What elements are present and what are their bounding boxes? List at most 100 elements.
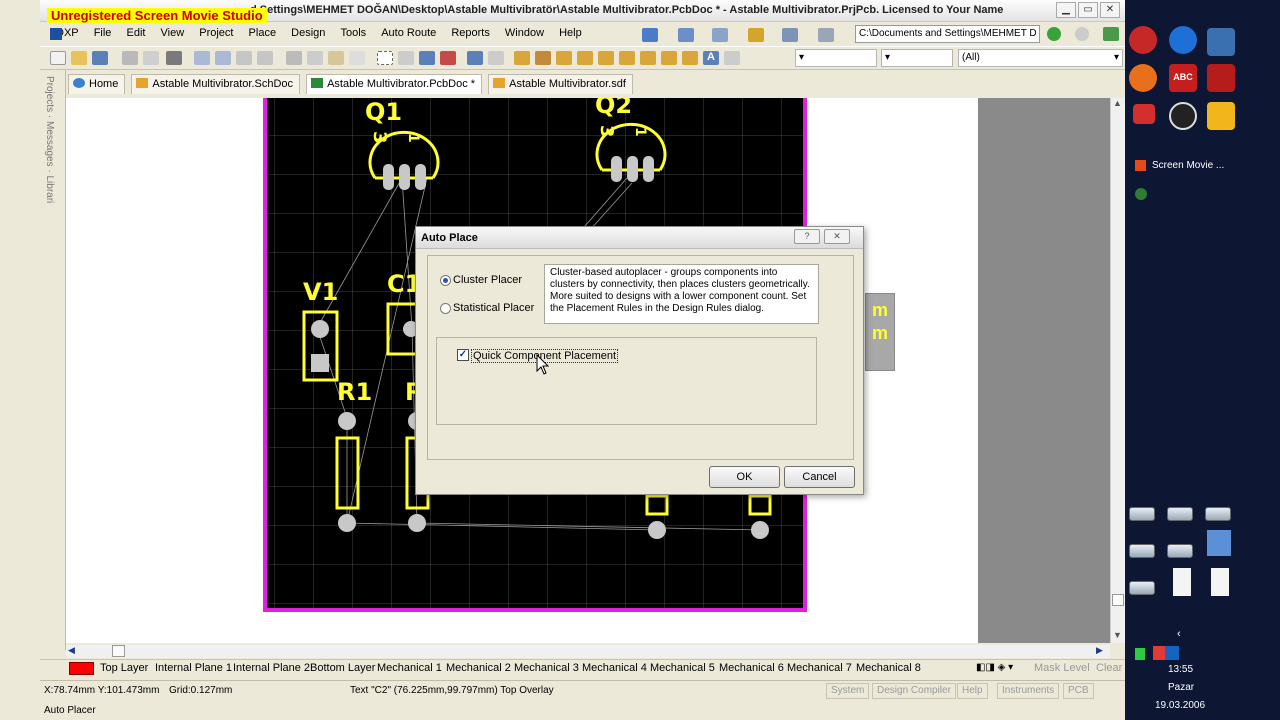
layer-tab-mechanical-6[interactable]: Mechanical 6 (719, 662, 784, 674)
hscroll-thumb[interactable] (112, 645, 125, 657)
abc-dictionary-icon[interactable]: ABC (1169, 64, 1197, 92)
clear-filter-icon[interactable] (440, 51, 456, 65)
redo-icon[interactable] (488, 51, 504, 65)
paste-icon[interactable] (328, 51, 344, 65)
save-icon[interactable] (92, 51, 108, 65)
cancel-button[interactable]: Cancel (784, 466, 855, 488)
layer-tab-mechanical-7[interactable]: Mechanical 7 (787, 662, 852, 674)
pad[interactable] (311, 320, 329, 338)
pad[interactable] (415, 164, 426, 190)
region-icon[interactable] (682, 51, 698, 65)
scroll-up-icon[interactable]: ▲ (1113, 98, 1122, 108)
print-icon[interactable] (122, 51, 138, 65)
menu-reports[interactable]: Reports (445, 24, 496, 42)
menu-edit[interactable]: Edit (120, 24, 151, 42)
vertical-scrollbar[interactable]: ▲ ▼ (1110, 98, 1125, 643)
tray-green-icon[interactable] (1135, 648, 1145, 660)
tray-network-icon[interactable] (1165, 646, 1179, 660)
rubber-stamp-icon[interactable] (349, 51, 365, 65)
layer-set-combo[interactable]: ▾ (795, 49, 877, 67)
scroll-right-icon[interactable]: ▶ (1096, 645, 1103, 656)
lightning-icon[interactable] (1207, 102, 1235, 130)
menu-auto-route[interactable]: Auto Route (375, 24, 442, 42)
undo-icon[interactable] (467, 51, 483, 65)
pad[interactable] (383, 164, 394, 190)
fan-icon[interactable] (1169, 102, 1197, 130)
dialog-title-bar[interactable]: Auto Place ? ✕ (416, 227, 863, 249)
layer-tab-mechanical-1[interactable]: Mechanical 1 (377, 662, 442, 674)
text-icon[interactable]: A (703, 51, 719, 65)
layer-tab-mechanical-5[interactable]: Mechanical 5 (650, 662, 715, 674)
flag-icon[interactable] (1207, 64, 1235, 92)
pad[interactable] (751, 521, 769, 539)
route-icon[interactable] (514, 51, 530, 65)
maximize-button[interactable]: ▭ (1078, 2, 1098, 18)
array-icon[interactable] (724, 51, 740, 65)
desktop-icon[interactable] (1207, 28, 1235, 56)
design-compiler-button[interactable]: Design Compiler (872, 683, 956, 699)
font-icon[interactable] (712, 28, 728, 42)
dialog-help-button[interactable]: ? (794, 229, 820, 244)
move-icon[interactable] (398, 51, 414, 65)
pad[interactable] (399, 164, 410, 190)
book-icon[interactable] (1133, 104, 1155, 124)
firefox-icon[interactable] (1129, 64, 1157, 92)
cd-drive-icon[interactable] (1167, 544, 1193, 558)
align-icon[interactable] (678, 28, 694, 42)
ruler-icon[interactable] (748, 28, 764, 42)
select-area-icon[interactable] (377, 51, 393, 65)
drive-icon[interactable] (1129, 544, 1155, 558)
layer-tab-mechanical-4[interactable]: Mechanical 4 (582, 662, 647, 674)
menu-design[interactable]: Design (285, 24, 331, 42)
copy-icon[interactable] (307, 51, 323, 65)
grid-icon[interactable] (818, 28, 834, 42)
zoom-icon[interactable] (257, 51, 273, 65)
menu-help[interactable]: Help (553, 24, 588, 42)
path-field[interactable]: C:\Documents and Settings\MEHMET D (855, 25, 1040, 43)
quick-placement-checkbox[interactable]: ✓ (457, 349, 469, 361)
pad[interactable] (648, 521, 666, 539)
clear-button[interactable]: Clear (1096, 662, 1122, 674)
task-screen-movie[interactable]: Screen Movie ... (1152, 160, 1224, 171)
chrome-like-icon[interactable] (1129, 26, 1157, 54)
pad[interactable] (338, 514, 356, 532)
menu-dxp[interactable]: DXP (40, 24, 85, 42)
chart-icon[interactable] (642, 28, 658, 42)
layer-tab-mechanical-3[interactable]: Mechanical 3 (514, 662, 579, 674)
coordinate-icon[interactable] (640, 51, 656, 65)
internet-explorer-icon[interactable] (1169, 26, 1197, 54)
menu-file[interactable]: File (88, 24, 118, 42)
arc-icon[interactable] (535, 51, 551, 65)
menu-window[interactable]: Window (499, 24, 550, 42)
pad[interactable] (643, 156, 654, 182)
layer-tab-mechanical-2[interactable]: Mechanical 2 (446, 662, 511, 674)
zoom-fit-icon[interactable] (194, 51, 210, 65)
removable-disk-icon[interactable] (1173, 568, 1191, 596)
instruments-button[interactable]: Instruments (997, 683, 1060, 699)
cut-icon[interactable] (286, 51, 302, 65)
minimize-button[interactable]: ▁ (1056, 2, 1076, 18)
menu-view[interactable]: View (155, 24, 191, 42)
open-icon[interactable] (71, 51, 87, 65)
drive-icon[interactable] (1129, 507, 1155, 521)
preview-icon[interactable] (143, 51, 159, 65)
scroll-thumb[interactable] (1112, 594, 1124, 606)
close-button[interactable]: ✕ (1100, 2, 1120, 18)
dialog-close-button[interactable]: ✕ (824, 229, 850, 244)
zoom-selected-icon[interactable] (236, 51, 252, 65)
layer-tab-internal-plane-1[interactable]: Internal Plane 1 (155, 662, 232, 674)
green-app-icon[interactable] (1135, 188, 1147, 200)
menu-tools[interactable]: Tools (334, 24, 372, 42)
cluster-placer-radio[interactable] (440, 275, 451, 286)
drive-icon[interactable] (1205, 507, 1231, 521)
3d-icon[interactable] (166, 51, 182, 65)
new-icon[interactable] (50, 51, 66, 65)
view-filter-combo[interactable]: (All) ▾ (958, 49, 1123, 67)
help-panel-button[interactable]: Help (957, 683, 988, 699)
tab-pcbdoc[interactable]: Astable Multivibrator.PcbDoc * (306, 74, 483, 94)
network-icon[interactable] (1207, 530, 1231, 556)
pad[interactable] (338, 412, 356, 430)
pad[interactable] (311, 354, 329, 372)
tab-home[interactable]: Home (68, 74, 126, 94)
tray-expand-icon[interactable]: ‹ (1177, 628, 1181, 640)
